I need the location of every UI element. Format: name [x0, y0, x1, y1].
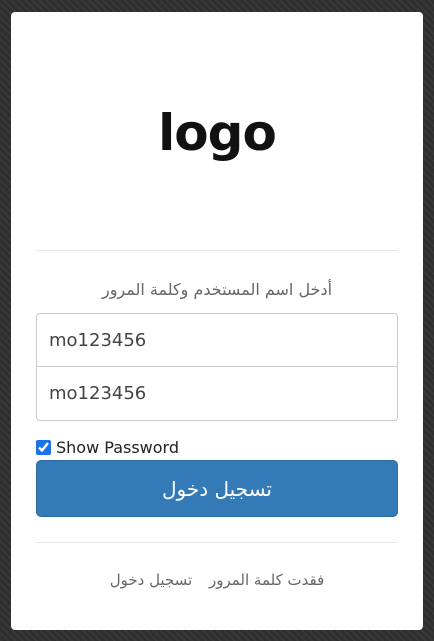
logo: logo	[158, 104, 277, 162]
login-card: logo أدخل اسم المستخدم وكلمة المرور Show…	[11, 12, 423, 630]
login-prompt: أدخل اسم المستخدم وكلمة المرور	[101, 280, 333, 299]
password-field[interactable]	[36, 367, 398, 421]
show-password-toggle[interactable]: Show Password	[36, 438, 179, 457]
footer-links: فقدت كلمة المرور تسجيل دخول	[11, 571, 423, 589]
show-password-label: Show Password	[56, 438, 179, 457]
login-button[interactable]: تسجيل دخول	[36, 460, 398, 517]
username-field[interactable]	[36, 313, 398, 367]
top-divider	[36, 250, 398, 251]
bottom-divider	[36, 542, 398, 543]
forgot-password-link[interactable]: فقدت كلمة المرور	[209, 571, 324, 589]
login-link[interactable]: تسجيل دخول	[110, 571, 193, 589]
show-password-checkbox[interactable]	[36, 440, 51, 455]
